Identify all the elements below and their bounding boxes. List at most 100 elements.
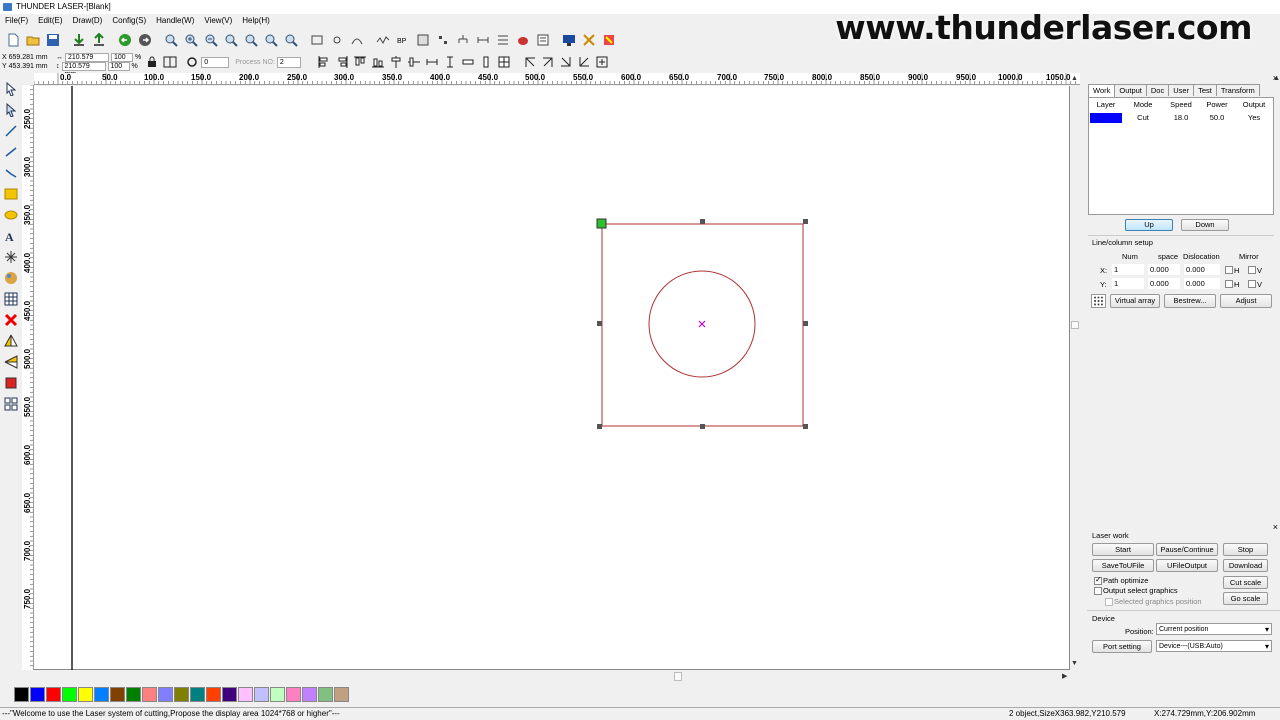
color-swatch[interactable]	[46, 687, 61, 702]
color-swatch[interactable]	[286, 687, 301, 702]
pause-continue-button[interactable]: Pause/Continue	[1156, 543, 1218, 556]
scale-width-input[interactable]: 100	[111, 53, 133, 62]
text-tool[interactable]: A	[2, 227, 20, 245]
array-button[interactable]	[434, 31, 452, 49]
virtual-array-button[interactable]: Virtual array	[1110, 294, 1160, 308]
layer-up-button[interactable]: Up	[1125, 219, 1173, 231]
layer-color-swatch[interactable]	[1089, 112, 1123, 124]
move-center-button[interactable]	[593, 53, 611, 71]
tab-work[interactable]: Work	[1088, 84, 1116, 97]
curve-tool[interactable]	[2, 164, 20, 182]
color-swatch[interactable]	[62, 687, 77, 702]
resize-handle[interactable]	[597, 424, 602, 429]
color-swatch[interactable]	[190, 687, 205, 702]
color-swatch[interactable]	[30, 687, 45, 702]
y-dislocation-input[interactable]: 0.000	[1184, 278, 1220, 289]
width-input[interactable]: 210.579 mm	[65, 53, 109, 69]
move-bottom-right-button[interactable]	[557, 53, 575, 71]
color-swatch[interactable]	[334, 687, 349, 702]
tab-output[interactable]: Output	[1114, 84, 1147, 96]
color-swatch[interactable]	[238, 687, 253, 702]
point-tool[interactable]	[2, 248, 20, 266]
table-row[interactable]: Cut 18.0 50.0 Yes	[1089, 112, 1273, 124]
adjust-button[interactable]: Adjust	[1220, 294, 1272, 308]
tab-test[interactable]: Test	[1193, 84, 1217, 96]
export-button[interactable]	[90, 31, 108, 49]
cut-scale-button[interactable]: Cut scale	[1223, 576, 1268, 589]
start-button[interactable]: Start	[1092, 543, 1154, 556]
color-swatch[interactable]	[14, 687, 29, 702]
bestrew-button[interactable]: Bestrew...	[1164, 294, 1216, 308]
resize-handle[interactable]	[597, 321, 602, 326]
tree-button[interactable]	[454, 31, 472, 49]
color-swatch[interactable]	[206, 687, 221, 702]
y-mirror-v-checkbox[interactable]	[1248, 280, 1256, 288]
drawing-canvas[interactable]	[34, 86, 1070, 670]
selected-position-checkbox[interactable]	[1105, 598, 1113, 606]
same-height-button[interactable]	[441, 53, 459, 71]
panel-scroll-up-icon[interactable]: ▲	[1273, 75, 1280, 82]
layer-down-button[interactable]: Down	[1181, 219, 1229, 231]
center-page-button[interactable]	[495, 53, 513, 71]
redo-button[interactable]	[136, 31, 154, 49]
same-width-button[interactable]	[423, 53, 441, 71]
device-select[interactable]: Device---(USB:Auto)	[1156, 640, 1272, 652]
monitor-button[interactable]	[560, 31, 578, 49]
zoom-page-button[interactable]	[222, 31, 240, 49]
tab-user[interactable]: User	[1168, 84, 1195, 96]
stop-button[interactable]: Stop	[1223, 543, 1268, 556]
save-to-ufile-button[interactable]: SaveToUFile	[1092, 559, 1154, 572]
line-tool[interactable]	[2, 122, 20, 140]
move-top-left-button[interactable]	[521, 53, 539, 71]
ufile-output-button[interactable]: UFileOutput	[1156, 559, 1218, 572]
align-bottom-button[interactable]	[369, 53, 387, 71]
ellipse-tool[interactable]	[2, 206, 20, 224]
menu-view[interactable]: View(V)	[199, 14, 237, 28]
open-file-button[interactable]	[24, 31, 42, 49]
measure-button[interactable]	[474, 31, 492, 49]
resize-handle[interactable]	[803, 424, 808, 429]
path-optimize-checkbox[interactable]: ✓	[1094, 575, 1102, 585]
hscroll-thumb[interactable]	[674, 672, 682, 681]
align-right-button[interactable]	[333, 53, 351, 71]
delete-tool[interactable]	[2, 311, 20, 329]
x-mirror-h-checkbox[interactable]	[1225, 266, 1233, 274]
lock-ratio-button[interactable]	[143, 53, 161, 71]
scale-height-input[interactable]: 100	[107, 62, 130, 71]
menu-handle[interactable]: Handle(W)	[151, 14, 199, 28]
x-space-input[interactable]: 0.000	[1148, 264, 1180, 275]
origin-handle[interactable]	[596, 218, 607, 229]
zoom-selection-button[interactable]	[242, 31, 260, 49]
mirror-h-tool[interactable]	[2, 332, 20, 350]
new-file-button[interactable]	[4, 31, 22, 49]
resize-handle[interactable]	[700, 424, 705, 429]
laser-panel-close-icon[interactable]: ×	[1273, 522, 1278, 532]
position-select[interactable]: Current position	[1156, 623, 1272, 635]
output-dialog-button[interactable]	[534, 31, 552, 49]
node-edit-button[interactable]	[328, 31, 346, 49]
edit-lines-button[interactable]	[494, 31, 512, 49]
menu-edit[interactable]: Edit(E)	[33, 14, 67, 28]
align-left-button[interactable]	[315, 53, 333, 71]
port-setting-button[interactable]: Port setting	[1092, 640, 1152, 653]
color-swatch[interactable]	[126, 687, 141, 702]
bp-button[interactable]: BP	[394, 31, 412, 49]
y-mirror-h-checkbox[interactable]	[1225, 280, 1233, 288]
laser-button[interactable]	[600, 31, 618, 49]
same-size-button[interactable]	[459, 53, 477, 71]
horizontal-scrollbar[interactable]: ▶	[34, 671, 1070, 683]
scroll-down-icon[interactable]: ▼	[1071, 660, 1078, 667]
color-swatch[interactable]	[94, 687, 109, 702]
rotation-input[interactable]: 0	[201, 56, 230, 68]
fill-tool[interactable]	[2, 374, 20, 392]
mirror-v-tool[interactable]	[2, 353, 20, 371]
x-mirror-v-checkbox[interactable]	[1248, 266, 1256, 274]
node-tool[interactable]	[2, 101, 20, 119]
download-button[interactable]: Download	[1223, 559, 1268, 572]
color-swatch[interactable]	[158, 687, 173, 702]
x-value[interactable]: 659.281 mm	[9, 54, 48, 61]
color-swatch[interactable]	[78, 687, 93, 702]
menu-file[interactable]: File(F)	[0, 14, 33, 28]
curve-edit-button[interactable]	[348, 31, 366, 49]
select-rect-button[interactable]	[308, 31, 326, 49]
